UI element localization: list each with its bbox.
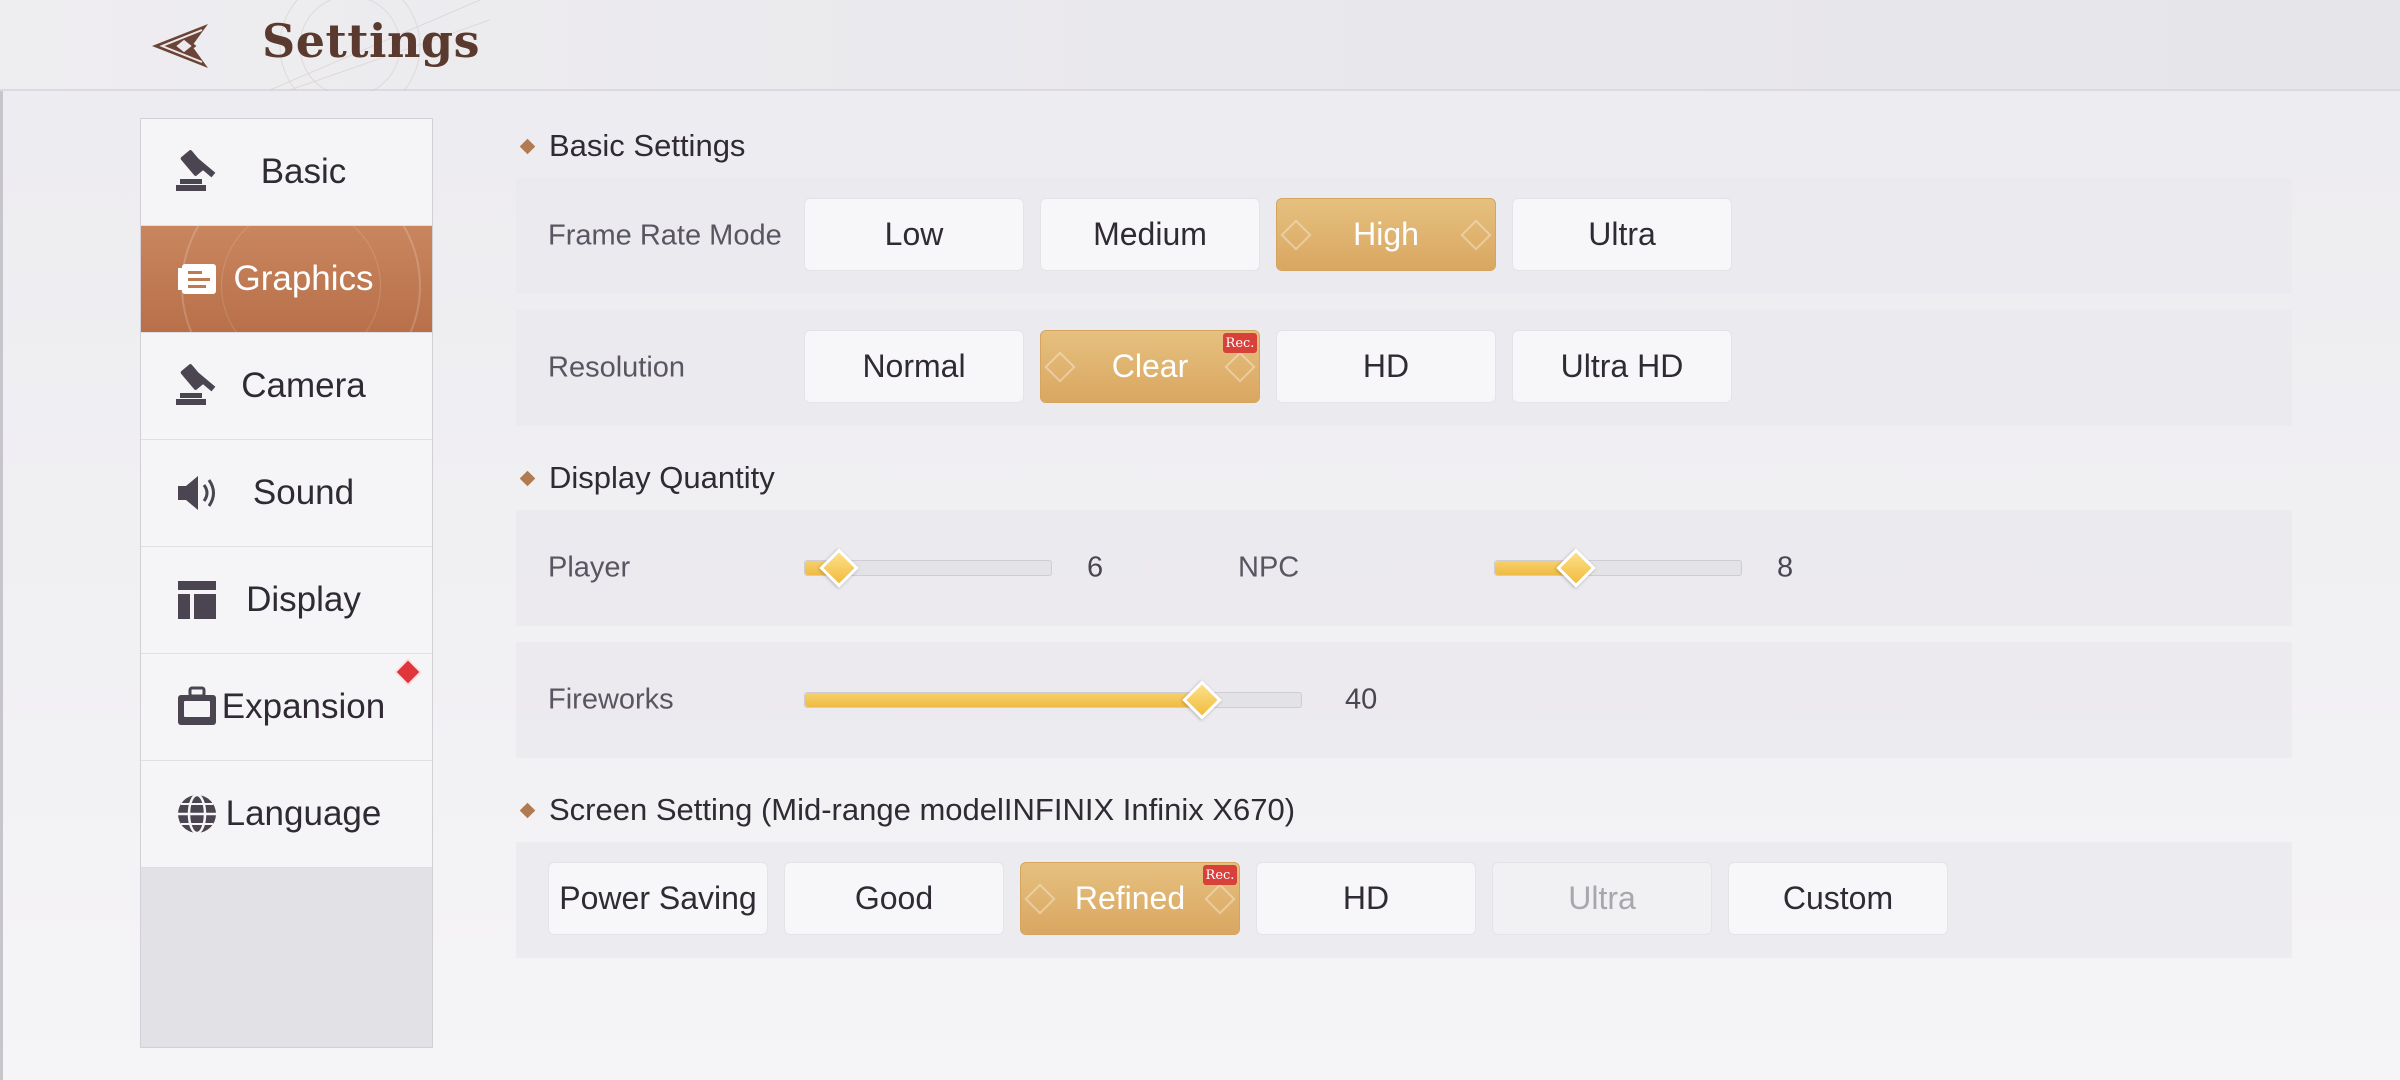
option-label: High bbox=[1353, 216, 1419, 252]
sidebar-item-graphics[interactable]: Graphics bbox=[141, 226, 432, 333]
player-npc-row: Player 6 NPC 8 bbox=[516, 510, 2292, 626]
diamond-ornament-icon bbox=[1044, 350, 1076, 383]
page-title: Settings bbox=[262, 14, 480, 68]
sidebar: Basic Graphics Camera Sound Display Expa… bbox=[140, 118, 433, 1048]
diamond-ornament-icon bbox=[1280, 218, 1312, 251]
sidebar-item-sound[interactable]: Sound bbox=[141, 440, 432, 547]
player-label: Player bbox=[548, 551, 631, 584]
screen-good-button[interactable]: Good bbox=[784, 862, 1004, 935]
fireworks-value: 40 bbox=[1345, 683, 1378, 716]
npc-slider[interactable] bbox=[1494, 548, 1742, 588]
section-title-text: Screen Setting (Mid-range modelINFINIX I… bbox=[549, 792, 1296, 827]
section-title-screen-setting: Screen Setting (Mid-range modelINFINIX I… bbox=[519, 792, 1296, 828]
sidebar-item-expansion[interactable]: Expansion bbox=[141, 654, 432, 761]
recommended-badge: Rec. bbox=[1203, 865, 1237, 885]
bullet-diamond-icon bbox=[519, 138, 536, 154]
screen-setting-row: Power Saving Good Refined Rec. HD Ultra … bbox=[516, 842, 2292, 958]
speaker-icon bbox=[171, 467, 223, 519]
graphics-icon bbox=[171, 253, 223, 305]
resolution-label: Resolution bbox=[548, 351, 686, 384]
diamond-ornament-icon bbox=[1024, 882, 1056, 915]
fireworks-slider[interactable] bbox=[804, 680, 1302, 720]
resolution-row: Resolution Normal Clear Rec. HD Ultra HD bbox=[516, 310, 2292, 426]
screen-power-saving-button[interactable]: Power Saving bbox=[548, 862, 768, 935]
bullet-diamond-icon bbox=[519, 470, 536, 486]
frame-rate-label: Frame Rate Mode bbox=[548, 219, 782, 252]
gavel-icon bbox=[171, 146, 223, 198]
option-label: Clear bbox=[1111, 348, 1189, 384]
slider-thumb[interactable] bbox=[1181, 680, 1222, 720]
sidebar-item-display[interactable]: Display bbox=[141, 547, 432, 654]
gavel-icon bbox=[171, 360, 223, 412]
frame-rate-ultra-button[interactable]: Ultra bbox=[1512, 198, 1732, 271]
section-title-text: Display Quantity bbox=[549, 460, 775, 495]
left-divider bbox=[0, 91, 3, 1080]
sidebar-item-camera[interactable]: Camera bbox=[141, 333, 432, 440]
layout-icon bbox=[171, 574, 223, 626]
diamond-ornament-icon bbox=[1224, 350, 1256, 383]
globe-icon bbox=[171, 788, 223, 840]
screen-custom-button[interactable]: Custom bbox=[1728, 862, 1948, 935]
slider-thumb[interactable] bbox=[819, 548, 860, 588]
section-title-display-quantity: Display Quantity bbox=[519, 460, 775, 496]
slider-fill bbox=[805, 693, 1202, 707]
top-bar: Settings bbox=[0, 0, 2400, 91]
frame-rate-high-button[interactable]: High bbox=[1276, 198, 1496, 271]
back-arrow-icon bbox=[152, 24, 208, 68]
screen-refined-button[interactable]: Refined Rec. bbox=[1020, 862, 1240, 935]
fireworks-label: Fireworks bbox=[548, 683, 674, 716]
sidebar-item-label: Display bbox=[246, 580, 361, 619]
player-slider[interactable] bbox=[804, 548, 1052, 588]
player-value: 6 bbox=[1087, 551, 1104, 584]
resolution-hd-button[interactable]: HD bbox=[1276, 330, 1496, 403]
slider-thumb[interactable] bbox=[1556, 548, 1596, 588]
sidebar-item-label: Sound bbox=[252, 473, 355, 512]
option-label: Refined bbox=[1074, 880, 1186, 916]
diamond-ornament-icon bbox=[1204, 882, 1236, 915]
npc-label: NPC bbox=[1238, 551, 1300, 584]
fireworks-row: Fireworks 40 bbox=[516, 642, 2292, 758]
sidebar-item-label: Basic bbox=[260, 152, 347, 191]
frame-rate-row: Frame Rate Mode Low Medium High Ultra bbox=[516, 178, 2292, 294]
sidebar-item-language[interactable]: Language bbox=[141, 761, 432, 868]
briefcase-icon bbox=[171, 681, 223, 733]
resolution-clear-button[interactable]: Clear Rec. bbox=[1040, 330, 1260, 403]
npc-value: 8 bbox=[1777, 551, 1794, 584]
section-title-text: Basic Settings bbox=[549, 128, 746, 163]
section-title-basic-settings: Basic Settings bbox=[519, 128, 746, 164]
screen-hd-button[interactable]: HD bbox=[1256, 862, 1476, 935]
notification-badge bbox=[396, 660, 420, 684]
resolution-normal-button[interactable]: Normal bbox=[804, 330, 1024, 403]
sidebar-item-label: Camera bbox=[241, 366, 366, 405]
screen-ultra-button: Ultra bbox=[1492, 862, 1712, 935]
tab-ornament bbox=[221, 226, 381, 332]
resolution-ultra-hd-button[interactable]: Ultra HD bbox=[1512, 330, 1732, 403]
sidebar-item-basic[interactable]: Basic bbox=[141, 119, 432, 226]
recommended-badge: Rec. bbox=[1223, 333, 1257, 353]
diamond-ornament-icon bbox=[1460, 218, 1492, 251]
bullet-diamond-icon bbox=[519, 802, 536, 818]
frame-rate-medium-button[interactable]: Medium bbox=[1040, 198, 1260, 271]
back-button[interactable] bbox=[144, 18, 214, 74]
frame-rate-low-button[interactable]: Low bbox=[804, 198, 1024, 271]
